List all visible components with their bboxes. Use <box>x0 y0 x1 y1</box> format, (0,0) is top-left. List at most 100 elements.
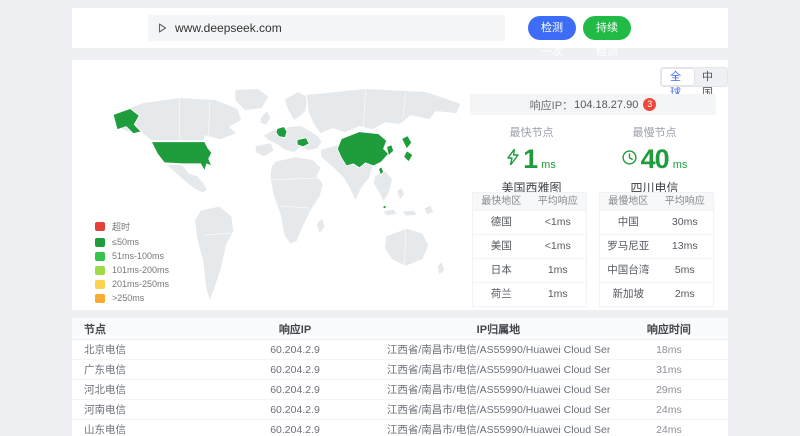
col-avg-response: 平均响应 <box>657 193 714 210</box>
col-node: 节点 <box>72 321 203 337</box>
region-row: 日本1ms <box>473 259 586 283</box>
region-response: 1ms <box>530 259 587 282</box>
region-name: 日本 <box>473 259 530 282</box>
fastest-node-value: 1 <box>523 144 537 175</box>
cell-response-ip: 60.204.2.9 <box>203 364 387 376</box>
legend-color-chip <box>95 280 105 289</box>
region-row: 新加坡2ms <box>600 283 713 306</box>
tab-china[interactable]: 中国 <box>694 69 726 85</box>
cell-ip-location: 江西省/南昌市/电信/AS55990/Huawei Cloud Service … <box>387 422 610 436</box>
legend-label: 101ms-200ms <box>112 265 169 275</box>
clock-icon <box>622 150 637 170</box>
continuous-test-button[interactable]: 持续检测 <box>583 16 631 40</box>
slowest-node-title: 最慢节点 <box>593 124 716 140</box>
legend-color-chip <box>95 266 105 275</box>
tab-global[interactable]: 全球 <box>662 69 694 85</box>
slowest-regions-table: 最慢地区 平均响应 中国30ms罗马尼亚13ms中国台湾5ms新加坡2ms <box>599 192 714 307</box>
url-input[interactable]: www.deepseek.com <box>148 15 505 41</box>
legend-color-chip <box>95 238 105 247</box>
scope-tabs: 全球 中国 <box>660 67 728 87</box>
legend-label: ≤50ms <box>112 237 139 247</box>
legend-item: >250ms <box>95 293 169 303</box>
map-singapore-highlight <box>383 206 386 209</box>
cell-response-ip: 60.204.2.9 <box>203 384 387 396</box>
region-response: 5ms <box>657 259 714 282</box>
legend-item: 51ms-100ms <box>95 251 169 261</box>
table-row: 河南电信60.204.2.9江西省/南昌市/电信/AS55990/Huawei … <box>72 400 728 420</box>
cell-response-time: 24ms <box>610 424 728 436</box>
fastest-table-header: 最快地区 平均响应 <box>473 193 586 211</box>
map-indonesia <box>382 205 434 216</box>
region-row: 美国<1ms <box>473 235 586 259</box>
map-iberia <box>255 143 274 157</box>
legend-label: 超时 <box>112 220 130 233</box>
region-response: 1ms <box>530 283 587 306</box>
map-japan-highlight <box>402 136 413 162</box>
url-value: www.deepseek.com <box>175 21 282 35</box>
region-row: 中国30ms <box>600 211 713 235</box>
response-ip-bar: 响应IP： 104.18.27.90 3 <box>470 94 716 115</box>
table-row: 山东电信60.204.2.9江西省/南昌市/电信/AS55990/Huawei … <box>72 420 728 436</box>
test-once-button[interactable]: 检测一次 <box>528 16 576 40</box>
table-row: 广东电信60.204.2.9江西省/南昌市/电信/AS55990/Huawei … <box>72 360 728 380</box>
legend-item: ≤50ms <box>95 237 169 247</box>
legend-item: 超时 <box>95 220 169 233</box>
map-australia <box>385 228 429 266</box>
region-name: 美国 <box>473 235 530 258</box>
region-response: <1ms <box>530 211 587 234</box>
cell-ip-location: 江西省/南昌市/电信/AS55990/Huawei Cloud Service … <box>387 362 610 377</box>
fastest-node-unit: ms <box>541 159 556 171</box>
map-africa <box>270 157 323 244</box>
ip-count-badge[interactable]: 3 <box>643 98 656 111</box>
node-detail-table: 节点 响应IP IP归属地 响应时间 北京电信60.204.2.9江西省/南昌市… <box>72 318 728 436</box>
response-ip-value: 104.18.27.90 <box>574 99 638 111</box>
map-new-zealand <box>437 261 445 275</box>
node-summary: 最快节点 1 ms 美国西雅图 最慢节点 40 ms 四川电信 <box>470 124 716 196</box>
region-response: 2ms <box>657 283 714 306</box>
table-row: 河北电信60.204.2.9江西省/南昌市/电信/AS55990/Huawei … <box>72 380 728 400</box>
cell-node-name: 广东电信 <box>72 362 203 377</box>
region-name: 新加坡 <box>600 283 657 306</box>
map-greenland <box>235 88 269 110</box>
region-name: 德国 <box>473 211 530 234</box>
map-legend: 超时 ≤50ms 51ms-100ms 101ms-200ms 201ms-250ms >… <box>95 220 169 307</box>
region-name: 荷兰 <box>473 283 530 306</box>
map-russia <box>306 88 461 133</box>
cell-response-time: 18ms <box>610 344 728 356</box>
region-row: 中国台湾5ms <box>600 259 713 283</box>
result-overview-card: 超时 ≤50ms 51ms-100ms 101ms-200ms 201ms-250ms >… <box>72 60 728 310</box>
region-response: 13ms <box>657 235 714 258</box>
col-slow-region: 最慢地区 <box>600 193 657 210</box>
slowest-node-value: 40 <box>641 144 669 175</box>
col-ip-location: IP归属地 <box>387 321 610 337</box>
cell-response-time: 31ms <box>610 364 728 376</box>
cell-ip-location: 江西省/南昌市/电信/AS55990/Huawei Cloud Service … <box>387 382 610 397</box>
cell-node-name: 河南电信 <box>72 402 203 417</box>
map-china-highlight <box>337 132 388 168</box>
region-tables: 最快地区 平均响应 德国<1ms美国<1ms日本1ms荷兰1ms 最慢地区 平均… <box>472 192 714 307</box>
map-philippines <box>397 187 405 200</box>
legend-color-chip <box>95 252 105 261</box>
cell-response-ip: 60.204.2.9 <box>203 344 387 356</box>
fastest-node-title: 最快节点 <box>470 124 593 140</box>
region-row: 荷兰1ms <box>473 283 586 306</box>
region-name: 中国 <box>600 211 657 234</box>
cell-node-name: 山东电信 <box>72 422 203 436</box>
legend-item: 201ms-250ms <box>95 279 169 289</box>
slowest-node-block: 最慢节点 40 ms 四川电信 <box>593 124 716 196</box>
region-row: 德国<1ms <box>473 211 586 235</box>
cell-node-name: 河北电信 <box>72 382 203 397</box>
col-avg-response: 平均响应 <box>530 193 587 210</box>
legend-color-chip <box>95 294 105 303</box>
cell-response-time: 29ms <box>610 384 728 396</box>
fastest-regions-table: 最快地区 平均响应 德国<1ms美国<1ms日本1ms荷兰1ms <box>472 192 587 307</box>
region-response: <1ms <box>530 235 587 258</box>
map-madagascar <box>316 217 325 234</box>
cell-response-time: 24ms <box>610 404 728 416</box>
cell-ip-location: 江西省/南昌市/电信/AS55990/Huawei Cloud Service … <box>387 402 610 417</box>
legend-color-chip <box>95 222 105 231</box>
legend-label: 51ms-100ms <box>112 251 164 261</box>
node-table-body: 北京电信60.204.2.9江西省/南昌市/电信/AS55990/Huawei … <box>72 340 728 436</box>
map-se-asia <box>374 171 393 202</box>
region-row: 罗马尼亚13ms <box>600 235 713 259</box>
